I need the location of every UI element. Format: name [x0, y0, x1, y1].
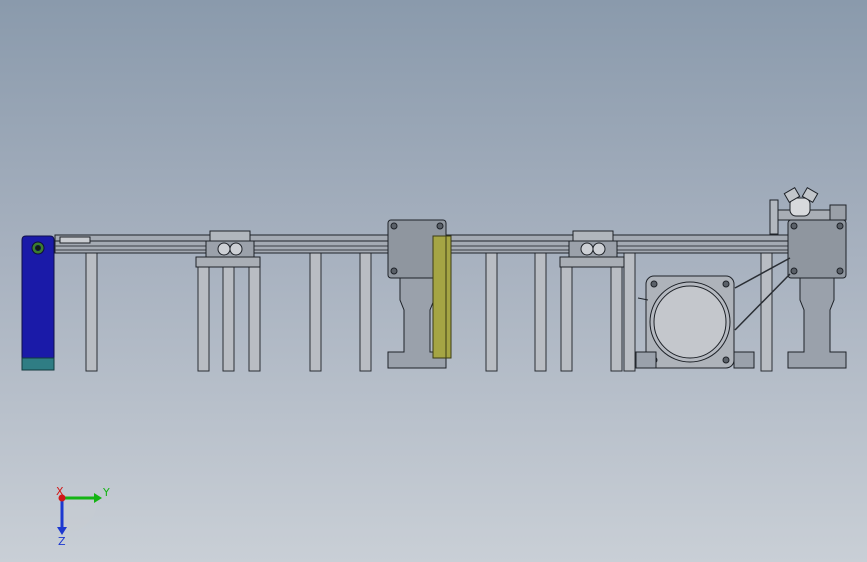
z-axis-label: Z [58, 535, 66, 548]
support-leg [534, 252, 547, 372]
support-leg [610, 266, 623, 372]
support-leg [197, 266, 210, 372]
center-pedestal [387, 219, 452, 369]
support-leg [85, 252, 98, 372]
x-axis-label: X [56, 485, 64, 498]
support-leg [222, 266, 235, 372]
coordinate-triad: X Y Z [56, 485, 110, 548]
left-end-bracket [21, 235, 55, 371]
support-leg [485, 252, 498, 372]
olive-plate [432, 235, 452, 359]
right-pedestal [787, 219, 847, 369]
support-leg [248, 266, 261, 372]
support-leg [309, 252, 322, 372]
support-leg [623, 252, 636, 372]
support-leg [560, 266, 573, 372]
cad-viewport[interactable]: X Y Z [0, 0, 867, 562]
y-axis-label: Y [102, 486, 110, 499]
bracket-base [21, 357, 55, 371]
support-leg [359, 252, 372, 372]
